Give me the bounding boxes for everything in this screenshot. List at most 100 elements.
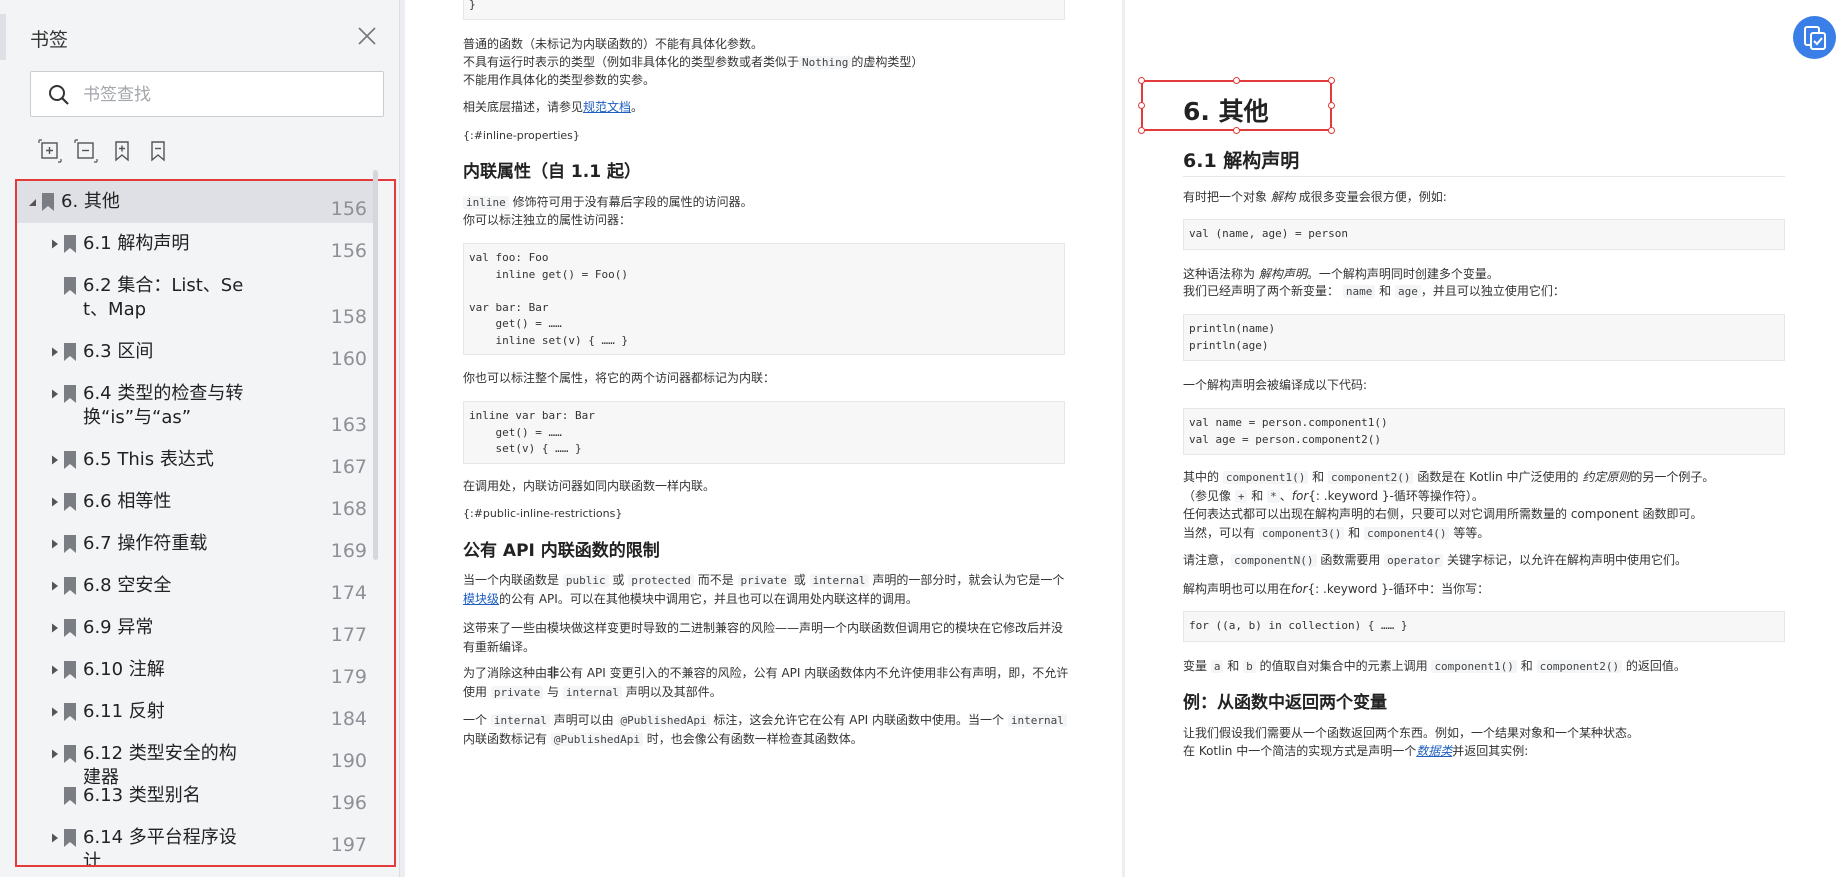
paragraph: inline 修饰符可用于没有幕后字段的属性的访问器。 [463, 193, 1073, 212]
bookmark-label: 6.7 操作符重载 [83, 533, 208, 554]
bookmark-item[interactable]: 6.2 集合：List、Set、Map 158 [17, 265, 377, 331]
resize-handle[interactable] [1138, 102, 1145, 109]
bookmark-item[interactable]: 6. 其他 156 [17, 181, 377, 223]
text: 不能用作具体化的类型参数的实参。 [463, 73, 656, 87]
emphasis-text: for [1291, 489, 1309, 503]
resize-handle[interactable] [1328, 102, 1335, 109]
bookmark-item[interactable]: 6.12 类型安全的构建器 190 [17, 733, 377, 788]
text: 不具有运行时表示的类型（例如非具体化的类型参数或者类似于 [463, 55, 800, 69]
inline-code: * [1267, 490, 1280, 503]
bookmark-item[interactable]: 6.9 异常 177 [17, 607, 377, 649]
expand-triangle-icon[interactable] [49, 388, 61, 400]
expand-triangle-icon[interactable] [49, 238, 61, 250]
text: 变量 [1183, 659, 1208, 673]
expand-triangle-icon[interactable] [49, 580, 61, 592]
close-icon[interactable] [355, 24, 379, 48]
bookmark-item[interactable]: 6.6 相等性 168 [17, 481, 377, 523]
bookmark-label: 6.4 类型的检查与转换“is”与“as” [83, 383, 244, 428]
bookmark-icon [64, 493, 76, 511]
inline-code: internal [490, 714, 550, 727]
bookmark-item[interactable]: 6.10 注解 179 [17, 649, 377, 691]
resize-handle[interactable] [1233, 127, 1240, 134]
code-block: for ((a, b) in collection) { …… } [1183, 611, 1785, 642]
inline-code: internal [562, 686, 622, 699]
bookmark-item[interactable]: 6.7 操作符重载 169 [17, 523, 377, 565]
emphasis-text: 解构 [1270, 190, 1295, 204]
module-level-link[interactable]: 模块级 [463, 592, 499, 606]
paragraph: 相关底层描述，请参见规范文档。 [463, 98, 1073, 117]
bookmark-label: 6.10 注解 [83, 659, 165, 680]
floating-action-button[interactable] [1793, 16, 1836, 59]
resize-handle[interactable] [1328, 77, 1335, 84]
text: 函数需要用 [1320, 553, 1381, 567]
spec-doc-link[interactable]: 规范文档 [583, 100, 631, 114]
bookmark-page-number: 156 [330, 240, 367, 262]
paragraph: 解构声明也可以用在for{: .keyword }-循环中：当你写： [1183, 580, 1793, 599]
bookmark-item[interactable]: 6.4 类型的检查与转换“is”与“as” 163 [17, 373, 377, 439]
text: 你可以标注独立的属性访问器： [463, 213, 632, 227]
bookmark-page-number: 158 [330, 306, 367, 328]
text: 和 [1251, 489, 1264, 503]
resize-handle[interactable] [1233, 77, 1240, 84]
paragraph: 请注意， componentN() 函数需要用 operator 关键字标记，以允… [1183, 551, 1793, 570]
text: 一个解构声明会被编译成以下代码: [1183, 378, 1368, 392]
bookmark-item[interactable]: 6.11 反射 184 [17, 691, 377, 733]
bookmark-item[interactable]: 6.1 解构声明 156 [17, 223, 377, 265]
remove-bookmark-icon[interactable] [146, 139, 170, 163]
expand-triangle-icon[interactable] [49, 664, 61, 676]
text: 和 [1348, 526, 1361, 540]
bookmark-page-number: 190 [330, 750, 367, 772]
expand-triangle-icon[interactable] [49, 454, 61, 466]
sidebar-scrollbar[interactable] [373, 170, 378, 560]
selection-box[interactable] [1138, 77, 1335, 134]
expand-triangle-icon[interactable] [49, 832, 61, 844]
bookmark-item[interactable]: 6.8 空安全 174 [17, 565, 377, 607]
text: 相关底层描述，请参见 [463, 100, 584, 114]
document-page-left: } 普通的函数（未标记为内联函数的）不能有具体化参数。 不具有运行时表示的类型（… [405, 0, 1122, 877]
inline-code: @PublishedApi [550, 733, 643, 746]
text: 内联函数标记有 [463, 732, 548, 746]
bookmark-item[interactable]: 6.5 This 表达式 167 [17, 439, 377, 481]
paragraph: 一个 internal 声明可以由 @PublishedApi 标注，这会允许它… [463, 711, 1073, 749]
text: 。一个解构声明同时创建多个变量。 [1306, 267, 1499, 281]
emphasis-text: 解构声明 [1258, 267, 1307, 281]
bookmark-item[interactable]: 6.13 类型别名 196 [17, 775, 377, 817]
code-block: println(name) println(age) [1183, 314, 1785, 361]
bold-text: 非 [547, 666, 560, 680]
collapse-all-icon[interactable] [74, 139, 98, 163]
expand-triangle-icon[interactable] [49, 622, 61, 634]
resize-handle[interactable] [1138, 127, 1145, 134]
expand-all-icon[interactable] [38, 139, 62, 163]
text: 其中的 [1183, 470, 1220, 484]
bookmark-icon [64, 745, 76, 763]
bookmark-item[interactable]: 6.3 区间 160 [17, 331, 377, 373]
bookmark-icon [64, 535, 76, 553]
text: {: .keyword }-循环中：当你写： [1307, 582, 1490, 596]
expand-triangle-icon[interactable] [49, 496, 61, 508]
bookmark-item[interactable]: 6.14 多平台程序设计 197 [17, 817, 377, 865]
expand-triangle-icon[interactable] [49, 538, 61, 550]
bookmark-search-input[interactable] [83, 80, 373, 110]
text: 你也可以标注整个属性，将它的两个访问器都标记为内联： [463, 371, 776, 385]
expand-triangle-icon[interactable] [49, 706, 61, 718]
bookmark-search-box[interactable] [30, 71, 384, 117]
bookmark-list: 6. 其他 156 6.1 解构声明 156 6.2 集合：List、Set、Map 15… [15, 179, 396, 867]
paragraph: 有时把一个对象 解构 成很多变量会很方便，例如: [1183, 188, 1793, 207]
text: 解构声明也可以用在 [1183, 582, 1292, 596]
data-class-link[interactable]: 数据类 [1416, 744, 1452, 758]
inline-code: public [562, 574, 609, 587]
collapse-triangle-icon[interactable] [27, 196, 39, 208]
text: 的虚构类型） [851, 55, 924, 69]
expand-triangle-icon[interactable] [49, 748, 61, 760]
code-block-tail: } [463, 0, 1065, 20]
resize-handle[interactable] [1138, 77, 1145, 84]
text: 普通的函数（未标记为内联函数的）不能有具体化参数。 [463, 37, 764, 51]
bookmark-label: 6.13 类型别名 [83, 785, 201, 806]
add-bookmark-icon[interactable] [110, 139, 134, 163]
resize-handle[interactable] [1328, 127, 1335, 134]
inline-code: component3() [1258, 527, 1345, 540]
bookmark-label: 6.11 反射 [83, 701, 165, 722]
text: 函数是在 Kotlin 中广泛使用的 [1417, 470, 1579, 484]
expand-triangle-icon[interactable] [49, 346, 61, 358]
inline-code: b [1243, 660, 1256, 673]
